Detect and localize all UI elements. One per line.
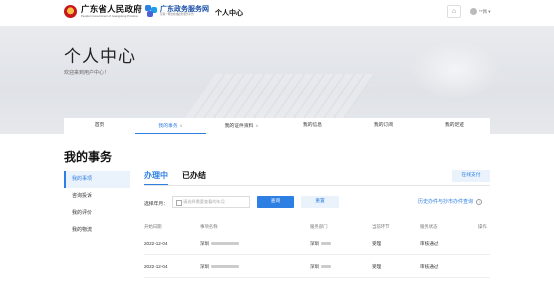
row-stage: 受理 [372, 241, 382, 246]
history-link-label: 历史办件与抄市办件查询 [418, 199, 474, 205]
sidebar: 我的事项 咨询投诉 我的评价 我的物流 [64, 171, 130, 239]
header-page-title: 个人中心 [215, 10, 243, 17]
logo2-subtitle: 互联一网式在线政务服务平台 [160, 12, 194, 16]
table-header: 开始日期 事项名称 服务部门 当前环节 服务状态 操作 [144, 220, 490, 233]
tab-completed[interactable]: 已办结 [182, 170, 206, 185]
tab-divider [144, 185, 490, 186]
row-date: 2022-12-04 [144, 264, 168, 269]
row-item-name[interactable]: 深圳 [200, 233, 240, 255]
logo2-title: 广东政务服务网 [160, 5, 209, 13]
tab-in-progress[interactable]: 办理中 [144, 170, 168, 185]
gd-service-icon [145, 5, 157, 17]
logo-title: 广东省人民政府 [81, 4, 142, 15]
page: 广东省人民政府 People's Government of Guangdong… [0, 0, 554, 281]
nav-home-label: 首页 [94, 123, 105, 128]
nav-my-documents-label: 我的证件资料 [224, 124, 254, 129]
sidebar-item-consult-complaint[interactable]: 咨询投诉 [64, 188, 130, 205]
table-row[interactable]: 2022-12-04 深圳 深圳 受理 审核通过 [144, 256, 490, 278]
redacted-text [211, 265, 240, 269]
nav-my-footprint[interactable]: 我的足迹 [419, 118, 490, 134]
chevron-down-icon: ∨ [179, 123, 183, 128]
filter-label: 选择年月： [144, 202, 168, 207]
sidebar-item-my-evaluations[interactable]: 我的评价 [64, 205, 130, 222]
nav-my-subscriptions[interactable]: 我的订阅 [348, 118, 419, 134]
row-item-name[interactable]: 深圳 [200, 256, 240, 278]
nav-home[interactable]: 首页 [64, 118, 135, 134]
nav-my-subscriptions-label: 我的订阅 [373, 123, 394, 128]
user-menu[interactable]: **佩 ▾ [470, 8, 491, 15]
reset-button[interactable]: 重置 [301, 196, 339, 208]
nav-my-affairs[interactable]: 我的事务 ∨ [135, 118, 206, 134]
hero-banner: 个人中心 欢迎来到用户中心！ 首页 我的事务 ∨ 我的证件资料 ∨ 我的信息 我的订… [0, 26, 554, 134]
col-department: 服务部门 [310, 224, 328, 229]
hero-subtitle: 欢迎来到用户中心！ [64, 70, 110, 76]
info-icon[interactable]: i [476, 198, 483, 205]
row-stage: 受理 [372, 264, 382, 269]
row-item-name-text: 深圳 [200, 264, 210, 269]
national-emblem-icon [64, 5, 77, 18]
online-payment-button[interactable]: 在线支付 [452, 170, 490, 182]
year-month-input[interactable]: 请选择需要查看的年月 [172, 196, 250, 208]
guangdong-government-logo[interactable]: 广东省人民政府 People's Government of Guangdong… [64, 5, 142, 18]
history-query-link[interactable]: 历史办件与抄市办件查询 i [418, 198, 483, 205]
section-title: 我的事务 [64, 150, 113, 164]
sidebar-item-my-logistics[interactable]: 我的物流 [64, 222, 130, 239]
top-header: 广东省人民政府 People's Government of Guangdong… [0, 0, 554, 26]
user-name: **佩 ▾ [479, 8, 491, 14]
redacted-text [211, 242, 240, 246]
tab-bar: 办理中 已办结 [144, 170, 206, 185]
nav-my-documents[interactable]: 我的证件资料 ∨ [206, 118, 277, 134]
home-icon[interactable]: ⌂ [447, 5, 461, 18]
row-department-text: 深圳 [310, 241, 320, 246]
redacted-text [321, 242, 332, 246]
nav-my-affairs-label: 我的事务 [158, 124, 178, 129]
row-department: 深圳 [310, 233, 332, 255]
row-date: 2022-12-04 [144, 241, 168, 246]
table-row[interactable]: 2022-12-04 深圳 深圳 受理 审核通过 [144, 233, 490, 255]
col-start-date: 开始日期 [144, 224, 162, 229]
col-current-stage: 当前环节 [372, 224, 390, 229]
row-status: 审核通过 [420, 264, 439, 269]
row-status: 审核通过 [420, 241, 439, 246]
row-department-text: 深圳 [310, 264, 320, 269]
main-nav: 首页 我的事务 ∨ 我的证件资料 ∨ 我的信息 我的订阅 我的足迹 [64, 118, 490, 134]
row-item-name-text: 深圳 [200, 241, 210, 246]
logo-subtitle: People's Government of Guangdong Provinc… [81, 13, 138, 18]
row-department: 深圳 [310, 256, 332, 278]
avatar [470, 8, 477, 15]
nav-my-info-label: 我的信息 [302, 123, 323, 128]
col-item-name: 事项名称 [200, 224, 218, 229]
redacted-text [321, 265, 332, 269]
chevron-down-icon: ∨ [255, 123, 259, 128]
hero-title: 个人中心 [64, 47, 136, 66]
search-button[interactable]: 查询 [257, 196, 294, 208]
nav-my-footprint-label: 我的足迹 [444, 123, 465, 128]
col-actions: 操作 [478, 224, 487, 229]
col-status: 服务状态 [420, 224, 438, 229]
nav-my-info[interactable]: 我的信息 [277, 118, 348, 134]
gd-service-logo[interactable]: 广东政务服务网 互联一网式在线政务服务平台 [145, 5, 209, 17]
sidebar-item-my-matters[interactable]: 我的事项 [64, 171, 130, 188]
